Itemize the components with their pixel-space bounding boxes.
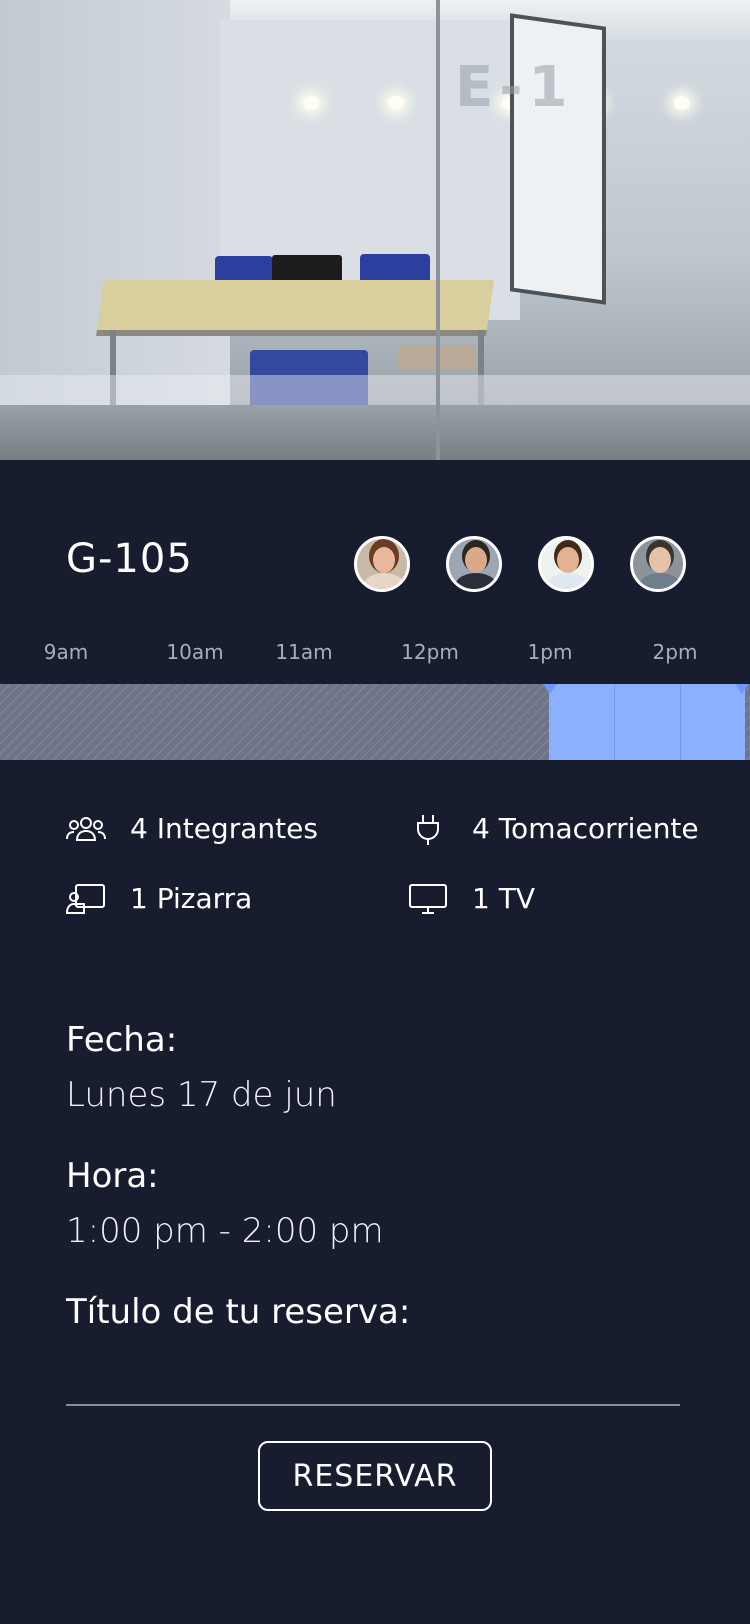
- time-label: 10am: [166, 640, 224, 664]
- avatar[interactable]: [538, 536, 594, 592]
- amenity-members-label: 4 Integrantes: [130, 812, 318, 845]
- avatar-body: [363, 573, 405, 589]
- selected-time-slot[interactable]: [549, 684, 745, 760]
- avatar-face: [465, 547, 487, 573]
- availability-timeline[interactable]: [0, 684, 750, 760]
- time-label: 12pm: [401, 640, 459, 664]
- date-value[interactable]: Lunes 17 de jun: [66, 1075, 337, 1115]
- amenity-outlets: 4 Tomacorriente: [408, 812, 699, 845]
- photo-light: [674, 96, 690, 110]
- photo-light: [388, 96, 404, 110]
- avatar[interactable]: [630, 536, 686, 592]
- room-photo: E-1: [0, 0, 750, 460]
- amenity-members: 4 Integrantes: [66, 812, 318, 845]
- plug-icon: [408, 814, 448, 845]
- booking-title-input[interactable]: [66, 1360, 680, 1406]
- avatar-face: [649, 547, 671, 573]
- time-label: Hora:: [66, 1156, 159, 1196]
- participants-list: [354, 536, 686, 592]
- amenity-whiteboard-label: 1 Pizarra: [130, 882, 253, 915]
- title-label: Título de tu reserva:: [66, 1292, 411, 1332]
- time-label: 11am: [275, 640, 333, 664]
- timeline-labels: 9am 10am 11am 12pm 1pm 2pm: [0, 640, 750, 666]
- whiteboard-icon: [66, 883, 106, 914]
- amenity-whiteboard: 1 Pizarra: [66, 882, 252, 915]
- amenity-tv: 1 TV: [408, 882, 535, 915]
- avatar-body: [639, 573, 681, 589]
- range-start-handle[interactable]: [543, 684, 557, 694]
- people-icon: [66, 814, 106, 844]
- photo-frosted-band: [0, 375, 750, 405]
- avatar-face: [373, 547, 395, 573]
- time-label: 1pm: [527, 640, 573, 664]
- photo-door-frame: [436, 0, 440, 460]
- avatar-body: [455, 573, 497, 589]
- amenity-outlets-label: 4 Tomacorriente: [472, 812, 699, 845]
- avatar-face: [557, 547, 579, 573]
- reserve-button[interactable]: RESERVAR: [258, 1441, 492, 1511]
- slot-divider: [680, 684, 681, 760]
- time-label: 2pm: [652, 640, 698, 664]
- avatar-body: [547, 573, 589, 589]
- time-value[interactable]: 1:00 pm - 2:00 pm: [66, 1211, 384, 1251]
- avatar[interactable]: [446, 536, 502, 592]
- range-end-handle[interactable]: [735, 684, 749, 694]
- amenity-tv-label: 1 TV: [472, 882, 535, 915]
- monitor-icon: [408, 883, 448, 914]
- photo-glass-sign: E-1: [455, 55, 574, 120]
- photo-light: [303, 96, 319, 110]
- photo-table: [96, 280, 494, 336]
- room-title: G-105: [66, 536, 193, 582]
- avatar[interactable]: [354, 536, 410, 592]
- date-label: Fecha:: [66, 1020, 178, 1060]
- time-label: 9am: [43, 640, 89, 664]
- photo-floor: [0, 405, 750, 460]
- slot-divider: [614, 684, 615, 760]
